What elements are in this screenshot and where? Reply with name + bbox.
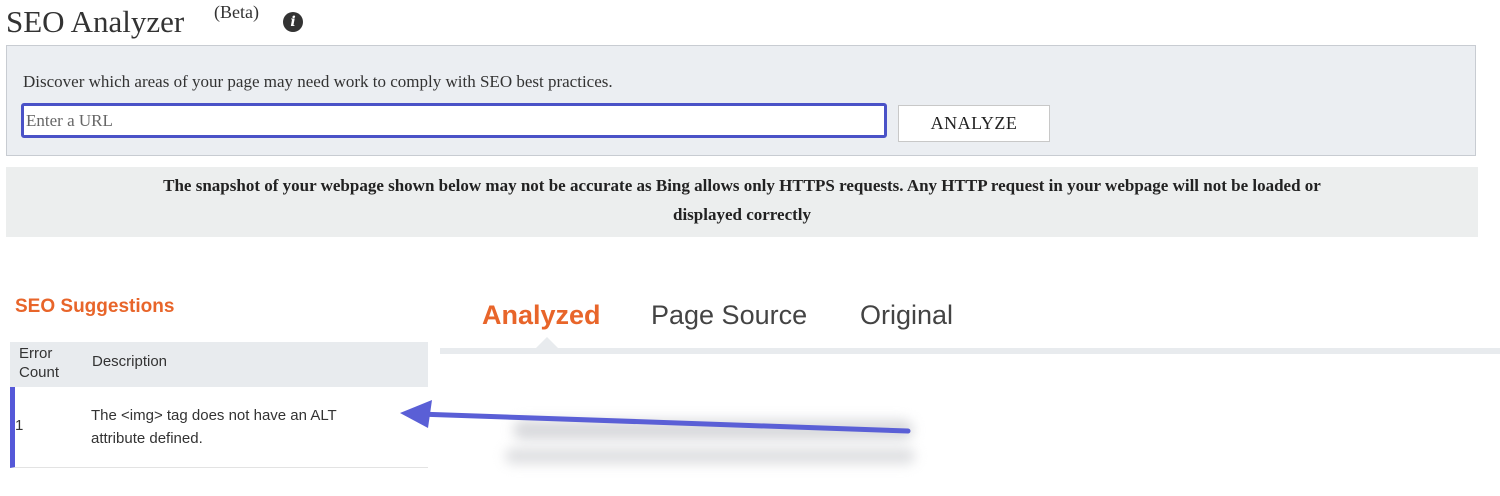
notice-line-2: displayed correctly	[672, 205, 812, 224]
row-description: The <img> tag does not have an ALT attri…	[91, 407, 337, 447]
blurred-text-line	[505, 448, 915, 464]
row-error-count: 1	[15, 417, 24, 434]
column-header-description: Description	[92, 353, 168, 370]
url-input[interactable]	[21, 103, 887, 138]
column-header-error-count-line2: Count	[19, 364, 60, 381]
tab-original[interactable]: Original	[860, 300, 953, 331]
seo-suggestions-table: Error Count Description 1 The <img> tag …	[10, 342, 428, 468]
info-circle-icon[interactable]: i	[283, 12, 303, 32]
page-title-text: SEO Analyzer	[6, 4, 185, 39]
seo-suggestions-heading: SEO Suggestions	[15, 296, 175, 317]
analyze-button[interactable]: ANALYZE	[898, 105, 1050, 142]
blurred-text-line	[513, 420, 913, 440]
https-notice: The snapshot of your webpage shown below…	[6, 167, 1478, 237]
tab-page-source[interactable]: Page Source	[651, 300, 807, 331]
active-tab-caret-icon	[536, 337, 558, 348]
tab-analyzed[interactable]: Analyzed	[482, 300, 601, 331]
analyzer-panel: Discover which areas of your page may ne…	[6, 45, 1476, 156]
view-tabs: Analyzed Page Source Original	[440, 296, 1500, 356]
analyzer-description: Discover which areas of your page may ne…	[23, 72, 613, 91]
table-row[interactable]: 1 The <img> tag does not have an ALT att…	[10, 387, 428, 468]
notice-line-1: The snapshot of your webpage shown below…	[163, 176, 1321, 195]
blurred-page-preview	[505, 418, 920, 468]
beta-label: (Beta)	[214, 2, 259, 22]
column-header-error-count-line1: Error	[19, 345, 53, 362]
column-header-error-count: Error Count	[19, 344, 59, 382]
tab-underline	[440, 348, 1500, 354]
page-title: SEO Analyzer (Beta)	[6, 2, 259, 42]
table-header: Error Count Description	[10, 342, 428, 387]
